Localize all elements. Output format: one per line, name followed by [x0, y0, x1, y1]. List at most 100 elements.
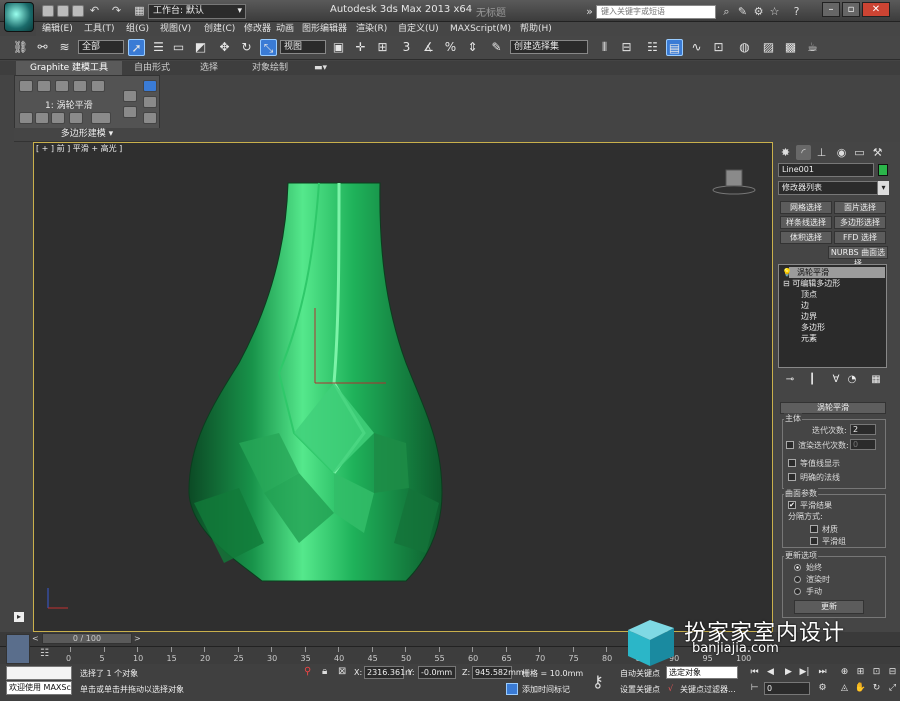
- maximize-viewport-icon[interactable]: ⤢: [886, 682, 899, 695]
- mini-listener-icon[interactable]: ▸: [14, 612, 24, 622]
- go-to-end-icon[interactable]: ⏭: [816, 666, 829, 679]
- hierarchy-panel-icon[interactable]: ⊥: [814, 145, 829, 160]
- materials-checkbox[interactable]: [810, 525, 818, 533]
- rectangular-region-icon[interactable]: ▭: [170, 39, 187, 56]
- menu-tools[interactable]: 工具(T): [84, 22, 115, 36]
- render-iters-checkbox[interactable]: [786, 441, 794, 449]
- time-next-icon[interactable]: >: [134, 634, 141, 643]
- tab-graphite-modeling[interactable]: Graphite 建模工具: [16, 61, 123, 75]
- menu-modifiers[interactable]: 修改器: [244, 22, 271, 36]
- time-prev-icon[interactable]: <: [32, 634, 39, 643]
- update-rendering-radio[interactable]: [794, 576, 801, 583]
- render-teapot-icon[interactable]: ☕: [804, 39, 821, 56]
- layer-manager-icon[interactable]: ☷: [644, 39, 661, 56]
- undo-icon[interactable]: ↶: [88, 4, 101, 17]
- x-coordinate-field[interactable]: 2316.361n: [364, 666, 410, 679]
- y-coordinate-field[interactable]: -0.0mm: [418, 666, 456, 679]
- favorites-star-icon[interactable]: ☆: [768, 5, 781, 18]
- set-key-icon[interactable]: ⚷: [592, 672, 604, 691]
- menu-group[interactable]: 组(G): [126, 22, 149, 36]
- update-button[interactable]: 更新: [794, 600, 864, 614]
- key-filters-icon[interactable]: √: [668, 684, 673, 693]
- stack-item-turbosmooth[interactable]: 涡轮平滑: [789, 267, 885, 278]
- isoline-checkbox[interactable]: [788, 459, 796, 467]
- show-end-result-icon[interactable]: ┃: [806, 374, 818, 386]
- ribbon-stack-icon[interactable]: [19, 112, 33, 124]
- explicit-normals-checkbox[interactable]: [788, 473, 796, 481]
- patch-select-button[interactable]: 面片选择: [834, 201, 886, 214]
- ribbon-border-icon[interactable]: [55, 80, 69, 92]
- remove-modifier-icon[interactable]: ◔: [846, 374, 858, 386]
- open-file-icon[interactable]: [57, 5, 69, 17]
- track-bar-filter-icon[interactable]: ☷: [40, 648, 49, 659]
- help-icon[interactable]: ?: [790, 5, 803, 18]
- ribbon-options-icon[interactable]: ▬▾: [314, 63, 327, 73]
- stack-item-vertex[interactable]: 顶点: [801, 289, 817, 300]
- save-file-icon[interactable]: [72, 5, 84, 17]
- make-unique-icon[interactable]: ∀: [830, 374, 842, 386]
- mini-curve-editor-icon[interactable]: [6, 634, 30, 664]
- menu-edit[interactable]: 编辑(E): [42, 22, 73, 36]
- vase-model[interactable]: [34, 143, 772, 631]
- field-of-view-icon[interactable]: ◬: [838, 682, 851, 695]
- auto-key-button[interactable]: 自动关键点: [620, 668, 660, 679]
- minimize-button[interactable]: –: [822, 2, 840, 17]
- app-logo-icon[interactable]: [4, 2, 34, 32]
- curve-editor-icon[interactable]: ∿: [688, 39, 705, 56]
- maxscript-output[interactable]: 欢迎使用 MAXSc: [6, 681, 72, 695]
- tab-object-paint[interactable]: 对象绘制: [238, 61, 302, 75]
- key-selection-set-dropdown[interactable]: 选定对象: [666, 666, 738, 679]
- search-input[interactable]: 键入关键字或短语: [596, 5, 716, 19]
- named-selection-dropdown[interactable]: 创建选择集: [510, 40, 588, 54]
- ribbon-remove-icon[interactable]: [91, 112, 111, 124]
- ribbon-edge-icon[interactable]: [37, 80, 51, 92]
- pin-stack-icon[interactable]: ⊸: [784, 374, 796, 386]
- graphite-toggle-icon[interactable]: ▤: [666, 39, 683, 56]
- mesh-select-button[interactable]: 网格选择: [780, 201, 832, 214]
- binoculars-icon[interactable]: ⌕: [720, 5, 733, 18]
- select-by-name-icon[interactable]: ☰: [150, 39, 167, 56]
- create-panel-icon[interactable]: ✸: [778, 145, 793, 160]
- motion-panel-icon[interactable]: ◉: [834, 145, 849, 160]
- schematic-view-icon[interactable]: ⊡: [710, 39, 727, 56]
- render-iters-spinner[interactable]: 0: [850, 439, 876, 450]
- align-icon[interactable]: ⊟: [618, 39, 635, 56]
- edit-named-selection-icon[interactable]: ✎: [488, 39, 505, 56]
- zoom-icon[interactable]: ⊕: [838, 666, 851, 679]
- snaps-toggle-icon[interactable]: 3: [398, 39, 415, 56]
- material-editor-icon[interactable]: ◍: [736, 39, 753, 56]
- menu-maxscript[interactable]: MAXScript(M): [450, 22, 511, 36]
- ribbon-pin-icon[interactable]: [35, 112, 49, 124]
- iterations-spinner[interactable]: 2: [850, 424, 876, 435]
- utilities-panel-icon[interactable]: ⚒: [870, 145, 885, 160]
- play-icon[interactable]: ▶: [782, 666, 795, 679]
- link-icon[interactable]: ⛓: [12, 39, 29, 56]
- pan-icon[interactable]: ✋: [854, 682, 867, 695]
- menu-views[interactable]: 视图(V): [160, 22, 191, 36]
- time-configuration-icon[interactable]: ⚙: [816, 682, 829, 695]
- key-filters-button[interactable]: 关键点过滤器...: [680, 684, 736, 695]
- object-color-swatch[interactable]: [878, 164, 888, 176]
- ribbon-ignore-icon[interactable]: [123, 106, 137, 118]
- chevron-down-icon[interactable]: ▾: [878, 181, 889, 195]
- new-file-icon[interactable]: [42, 5, 54, 17]
- padlock-icon[interactable]: 🔒︎: [322, 666, 327, 677]
- nurbs-select-button[interactable]: NURBS 曲面选择: [828, 246, 888, 268]
- percent-snap-icon[interactable]: %: [442, 39, 459, 56]
- project-folder-icon[interactable]: ▦: [133, 4, 146, 17]
- keyboard-shortcut-icon[interactable]: ⊞: [374, 39, 391, 56]
- previous-frame-icon[interactable]: ◀: [764, 666, 777, 679]
- ribbon-unique-icon[interactable]: [69, 112, 83, 124]
- ribbon-preserve-icon[interactable]: [123, 90, 137, 102]
- viewport-front[interactable]: [33, 142, 773, 632]
- maximize-button[interactable]: ▫: [842, 2, 860, 17]
- tab-freeform[interactable]: 自由形式: [120, 61, 184, 75]
- select-manipulate-icon[interactable]: ✛: [352, 39, 369, 56]
- ribbon-grow-icon[interactable]: [143, 112, 157, 124]
- viewcube-icon[interactable]: [712, 166, 756, 196]
- menu-animation[interactable]: 动画: [276, 22, 294, 36]
- tools-icon[interactable]: ✎: [736, 5, 749, 18]
- scale-icon[interactable]: ⤡: [260, 39, 277, 56]
- stack-item-border[interactable]: 边界: [801, 311, 817, 322]
- ribbon-show-end-icon[interactable]: [51, 112, 65, 124]
